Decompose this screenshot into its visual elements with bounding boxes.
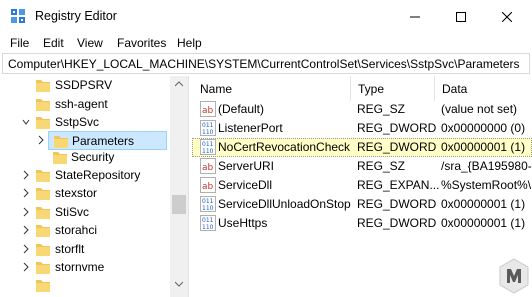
tree-item-security[interactable]: Security (0, 148, 170, 167)
values-list: Name Type Data ab (Default) REG_SZ (valu… (192, 76, 532, 297)
string-value-icon: ab (200, 158, 216, 174)
folder-icon (36, 225, 50, 237)
tree-item-stornvme[interactable]: stornvme (0, 258, 170, 277)
tree-item-storahci[interactable]: storahci (0, 221, 170, 240)
value-row-selected[interactable]: 011 110 NoCertRevocationCheck REG_DWORD 0… (192, 138, 532, 157)
svg-text:ab: ab (202, 182, 214, 192)
value-row[interactable]: 011 110 ListenerPort REG_DWORD 0x00000000… (192, 119, 532, 138)
binary-value-icon: 011110 (200, 139, 216, 155)
scroll-thumb[interactable] (172, 195, 186, 214)
registry-editor-icon (11, 9, 25, 23)
menu-bar: File Edit View Favorites Help (0, 33, 532, 53)
column-header-type[interactable]: Type (350, 76, 434, 101)
close-icon (502, 11, 512, 22)
binary-value-icon: 011110 (200, 196, 216, 212)
folder-icon (36, 117, 50, 129)
tree-item-staterepository[interactable]: StateRepository (0, 166, 170, 185)
folder-icon (36, 244, 50, 256)
folder-icon (36, 280, 50, 292)
key-tree: SSDPSRV ssh-agent SstpSvc Parameters Sec… (0, 76, 189, 297)
svg-text:ab: ab (202, 163, 214, 173)
tree-item-storflt[interactable]: storflt (0, 240, 170, 259)
chevron-right-icon[interactable] (22, 261, 30, 273)
folder-icon (36, 99, 50, 111)
menu-edit[interactable]: Edit (43, 36, 64, 50)
string-value-icon: ab (200, 177, 216, 193)
svg-text:110: 110 (202, 129, 214, 136)
svg-text:011: 011 (202, 198, 214, 205)
address-path: Computer\HKEY_LOCAL_MACHINE\SYSTEM\Curre… (8, 57, 520, 71)
tree-item-ssdpsrv[interactable]: SSDPSRV (0, 76, 170, 95)
chevron-right-icon[interactable] (22, 224, 30, 236)
maximize-icon (456, 11, 466, 22)
value-row[interactable]: 011 110 ServiceDllUnloadOnStop REG_DWORD … (192, 195, 532, 214)
folder-icon (36, 170, 50, 182)
string-value-icon: ab (200, 101, 216, 117)
tree-item-stexstor[interactable]: stexstor (0, 184, 170, 203)
chevron-right-icon[interactable] (37, 134, 45, 146)
value-row[interactable]: ab (Default) REG_SZ (value not set) (192, 100, 532, 119)
menu-favorites[interactable]: Favorites (117, 36, 166, 50)
maximize-button[interactable] (438, 0, 484, 33)
chevron-right-icon[interactable] (22, 243, 30, 255)
minimize-button[interactable] (392, 0, 438, 33)
scroll-up-icon[interactable] (175, 81, 183, 87)
scroll-down-icon[interactable] (175, 281, 183, 287)
title-bar: Registry Editor (0, 0, 532, 33)
menu-help[interactable]: Help (177, 36, 202, 50)
watermark-logo-icon (499, 258, 529, 294)
column-header-name[interactable]: Name (192, 76, 350, 101)
tree-item-stisvc[interactable]: StiSvc (0, 203, 170, 222)
binary-value-icon: 011110 (200, 120, 216, 136)
folder-icon (36, 80, 50, 92)
tree-item-ssh-agent[interactable]: ssh-agent (0, 95, 170, 114)
chevron-right-icon[interactable] (22, 187, 30, 199)
binary-value-icon: 011110 (200, 215, 216, 231)
menu-view[interactable]: View (77, 36, 103, 50)
folder-icon (36, 262, 50, 274)
chevron-right-icon[interactable] (22, 206, 30, 218)
window-title: Registry Editor (35, 9, 117, 23)
svg-text:110: 110 (202, 205, 214, 212)
menu-file[interactable]: File (10, 36, 29, 50)
folder-icon (53, 152, 67, 164)
close-button[interactable] (484, 0, 530, 33)
folder-icon (54, 136, 68, 148)
tree-item-sstpsvc[interactable]: SstpSvc (0, 113, 170, 132)
chevron-down-icon[interactable] (22, 116, 30, 128)
tree-item-partial[interactable] (0, 276, 170, 295)
svg-text:011: 011 (202, 122, 214, 129)
svg-text:ab: ab (202, 106, 214, 116)
column-header-data[interactable]: Data (434, 76, 532, 101)
value-row[interactable]: ab ServerURI REG_SZ /sra_{BA195980- (192, 157, 532, 176)
svg-text:011: 011 (202, 217, 214, 224)
minimize-icon (410, 16, 420, 17)
value-row[interactable]: 011 110 UseHttps REG_DWORD 0x00000001 (1) (192, 214, 532, 233)
address-bar[interactable]: Computer\HKEY_LOCAL_MACHINE\SYSTEM\Curre… (2, 53, 530, 74)
chevron-right-icon[interactable] (22, 169, 30, 181)
svg-text:110: 110 (202, 224, 214, 231)
svg-text:110: 110 (202, 148, 214, 155)
svg-text:011: 011 (202, 141, 214, 148)
value-row[interactable]: ab ServiceDll REG_EXPAN... %SystemRoot%\ (192, 176, 532, 195)
folder-icon (36, 188, 50, 200)
tree-scrollbar[interactable] (170, 76, 188, 297)
folder-icon (36, 207, 50, 219)
